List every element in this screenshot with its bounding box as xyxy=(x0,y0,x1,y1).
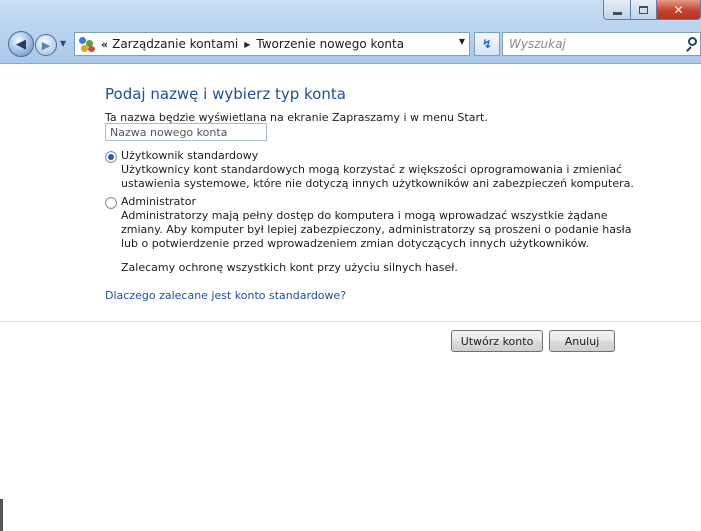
minimize-icon xyxy=(612,11,622,15)
maximize-icon xyxy=(639,5,648,14)
navigation-bar: ◀ ▶ ▼ « Zarządzanie kontami ▶ Tworzenie … xyxy=(4,26,701,62)
standard-user-description: Użytkownicy kont standardowych mogą korz… xyxy=(121,163,634,190)
breadcrumb-create-account[interactable]: Tworzenie nowego konta xyxy=(256,37,404,51)
dropdown-arrow-icon[interactable]: ▼ xyxy=(459,37,465,46)
create-account-button[interactable]: Utwórz konto xyxy=(451,330,543,352)
back-arrow-icon: ◀ xyxy=(16,36,26,52)
search-input[interactable] xyxy=(509,37,674,51)
breadcrumb-arrow-icon[interactable]: ▶ xyxy=(244,40,250,49)
search-icon[interactable] xyxy=(685,37,697,52)
administrator-label[interactable]: Administrator xyxy=(121,195,196,208)
close-button[interactable]: ✕ xyxy=(657,0,701,20)
page-title: Podaj nazwę i wybierz typ konta xyxy=(105,85,346,103)
administrator-description: Administratorzy mają pełny dostęp do kom… xyxy=(121,209,632,250)
window-controls: ✕ xyxy=(603,0,701,22)
search-box[interactable] xyxy=(502,32,701,56)
window-frame: ✕ ◀ ▶ ▼ « Zarządzanie kontami ▶ Tworzeni… xyxy=(0,0,701,64)
user-accounts-icon xyxy=(79,36,97,52)
breadcrumb-overflow[interactable]: « xyxy=(101,38,108,51)
back-button[interactable]: ◀ xyxy=(8,31,34,57)
minimize-button[interactable] xyxy=(603,0,631,20)
standard-user-radio[interactable] xyxy=(105,151,117,163)
content-area: Podaj nazwę i wybierz typ konta Ta nazwa… xyxy=(0,65,701,531)
refresh-button[interactable]: ↯ xyxy=(474,32,500,56)
breadcrumb-manage-accounts[interactable]: Zarządzanie kontami xyxy=(112,37,238,51)
account-name-input[interactable] xyxy=(105,123,267,141)
refresh-icon: ↯ xyxy=(481,37,493,51)
button-panel: Utwórz konto Anuluj xyxy=(0,322,701,531)
recent-pages-dropdown-icon[interactable]: ▼ xyxy=(60,39,66,48)
maximize-button[interactable] xyxy=(631,0,657,20)
radio-selected-indicator xyxy=(108,154,114,160)
close-icon: ✕ xyxy=(673,2,684,17)
standard-user-label[interactable]: Użytkownik standardowy xyxy=(121,149,258,162)
forward-arrow-icon: ▶ xyxy=(41,38,51,52)
forward-button[interactable]: ▶ xyxy=(35,34,57,56)
window-edge xyxy=(0,499,3,531)
form-panel: Podaj nazwę i wybierz typ konta Ta nazwa… xyxy=(0,65,701,321)
password-recommendation: Zalecamy ochronę wszystkich kont przy uż… xyxy=(121,261,458,274)
address-bar[interactable]: « Zarządzanie kontami ▶ Tworzenie nowego… xyxy=(74,32,470,56)
cancel-button[interactable]: Anuluj xyxy=(549,330,615,352)
administrator-radio[interactable] xyxy=(105,197,117,209)
why-standard-account-link[interactable]: Dlaczego zalecane jest konto standardowe… xyxy=(105,289,346,302)
